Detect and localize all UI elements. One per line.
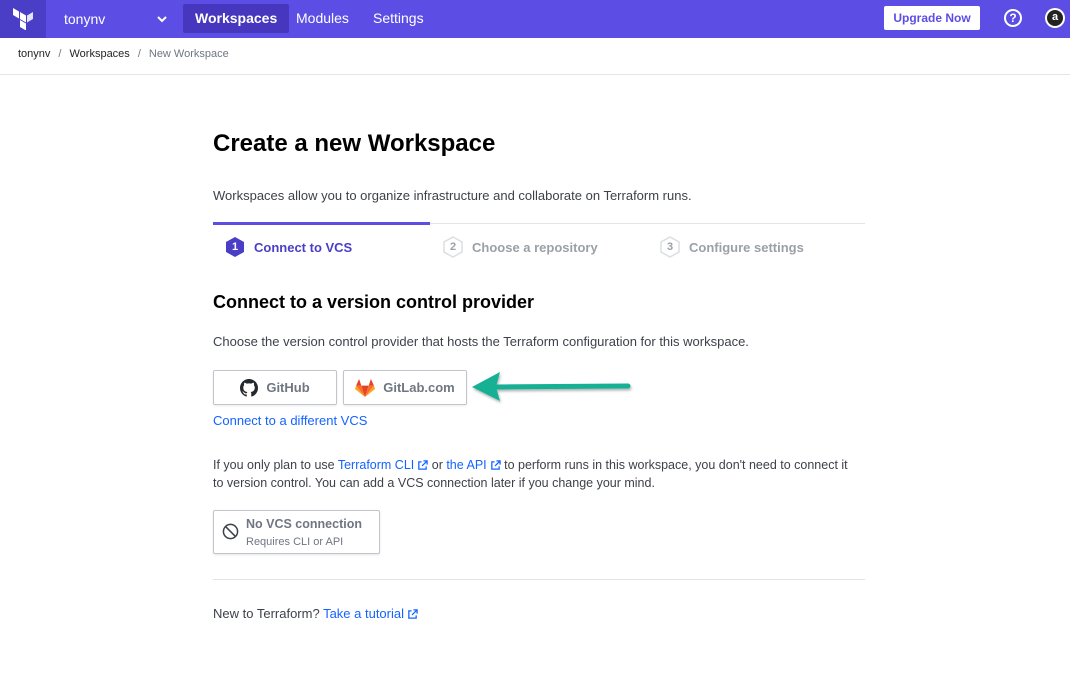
breadcrumb-workspaces-link[interactable]: Workspaces [69, 48, 129, 60]
github-icon [240, 378, 259, 397]
nav-settings[interactable]: Settings [361, 4, 436, 33]
tutorial-text: New to Terraform? [213, 606, 324, 621]
upgrade-now-button[interactable]: Upgrade Now [884, 6, 980, 30]
external-link-icon [490, 460, 501, 471]
breadcrumb: tonynv / Workspaces / New Workspace [18, 48, 229, 60]
prohibited-icon [222, 523, 239, 540]
step-choose-repository: 2 Choose a repository [442, 236, 598, 258]
section-heading: Connect to a version control provider [213, 292, 535, 312]
organization-name: tonynv [64, 11, 106, 27]
step-number-icon: 1 [224, 236, 246, 258]
nav-workspaces[interactable]: Workspaces [183, 4, 290, 33]
external-link-icon [408, 609, 418, 619]
no-vcs-subtitle: Requires CLI or API [246, 536, 344, 548]
user-avatar[interactable]: a [1045, 8, 1065, 28]
top-navigation-bar: tonynv Workspaces Modules Settings Upgra… [0, 0, 1070, 38]
tutorial-note: New to Terraform? Take a tutorial [213, 606, 418, 621]
step-configure-settings: 3 Configure settings [659, 236, 804, 258]
step-label: Choose a repository [472, 239, 598, 255]
breadcrumb-org-link[interactable]: tonynv [18, 48, 50, 60]
no-vcs-title: No VCS connection [246, 517, 362, 531]
help-icon[interactable]: ? [1004, 9, 1022, 27]
page-title: Create a new Workspace [213, 130, 496, 157]
terraform-cli-link[interactable]: Terraform CLI [338, 458, 414, 472]
active-step-indicator [213, 222, 430, 225]
avatar-glyph: a [1047, 10, 1063, 26]
step-connect-to-vcs: 1 Connect to VCS [224, 236, 352, 258]
github-label: GitHub [266, 380, 310, 395]
annotation-arrow-icon [472, 372, 631, 401]
chevron-down-icon [157, 16, 167, 23]
breadcrumb-separator: / [58, 48, 62, 60]
cli-note: If you only plan to use Terraform CLI or… [213, 456, 853, 492]
cli-note-or: or [428, 458, 447, 472]
step-number-icon: 2 [442, 236, 464, 258]
header-divider [0, 74, 1070, 75]
external-link-icon [418, 460, 428, 471]
page-description: Workspaces allow you to organize infrast… [213, 188, 692, 203]
breadcrumb-current: New Workspace [148, 48, 229, 60]
no-vcs-connection-button[interactable]: No VCS connection Requires CLI or API [213, 510, 380, 554]
section-instructions: Choose the version control provider that… [213, 334, 749, 349]
step-label: Configure settings [689, 239, 804, 255]
gitlab-button[interactable]: GitLab.com [343, 370, 467, 405]
breadcrumb-separator: / [137, 48, 141, 60]
step-number-icon: 3 [659, 236, 681, 258]
nav-modules[interactable]: Modules [284, 4, 361, 33]
gitlab-label: GitLab.com [383, 380, 455, 395]
take-a-tutorial-link[interactable]: Take a tutorial [323, 606, 404, 621]
gitlab-icon [355, 378, 376, 397]
cli-note-before: If you only plan to use [213, 458, 338, 472]
connect-different-vcs-link[interactable]: Connect to a different VCS [213, 413, 367, 428]
footer-divider [213, 579, 865, 580]
terraform-logo-icon[interactable] [0, 0, 46, 38]
step-label: Connect to VCS [254, 239, 353, 255]
organization-switcher[interactable]: tonynv [64, 0, 168, 38]
github-button[interactable]: GitHub [213, 370, 337, 405]
the-api-link[interactable]: the API [446, 458, 486, 472]
